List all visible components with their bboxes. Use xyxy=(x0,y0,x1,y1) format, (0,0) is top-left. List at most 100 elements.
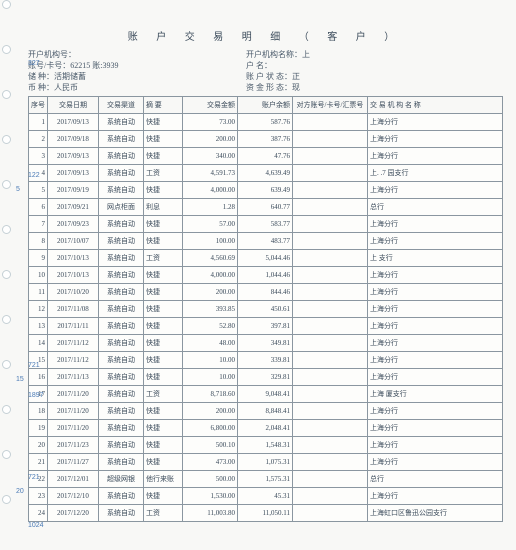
cell-branch: 上海分行 xyxy=(368,335,503,352)
cell-channel: 系统自动 xyxy=(99,488,144,505)
cell-channel: 系统自动 xyxy=(99,148,144,165)
edge-mark: 122 xyxy=(28,172,40,179)
cell-branch: 上海分行 xyxy=(368,182,503,199)
cell-branch: 上. .7 园支行 xyxy=(368,165,503,182)
edge-mark: 1024 xyxy=(28,522,44,529)
hdr-currency: 币 种：人民币 xyxy=(28,82,246,93)
cell-channel: 系统自动 xyxy=(99,284,144,301)
cell-date: 2017/12/20 xyxy=(48,505,99,522)
table-header-row: 序号 交易日期 交易渠道 摘 要 交易金额 账户余额 对方账号/卡号/汇票号 交… xyxy=(29,97,503,114)
binding-holes xyxy=(2,0,12,532)
cell-balance: 640.77 xyxy=(238,199,293,216)
cell-index: 18 xyxy=(29,403,48,420)
cell-date: 2017/10/13 xyxy=(48,267,99,284)
cell-branch: 上海分行 xyxy=(368,437,503,454)
cell-summary: 快捷 xyxy=(144,131,183,148)
cell-index: 7 xyxy=(29,216,48,233)
table-row: 202017/11/23系统自动快捷500.101,548.31上海分行 xyxy=(29,437,503,454)
cell-index: 6 xyxy=(29,199,48,216)
cell-amount: 200.00 xyxy=(183,131,238,148)
cell-date: 2017/11/23 xyxy=(48,437,99,454)
edge-mark: 5 xyxy=(16,186,20,193)
cell-branch: 总行 xyxy=(368,199,503,216)
cell-branch: 上海分行 xyxy=(368,284,503,301)
cell-date: 2017/09/19 xyxy=(48,182,99,199)
cell-summary: 快捷 xyxy=(144,233,183,250)
cell-summary: 快捷 xyxy=(144,454,183,471)
cell-channel: 系统自动 xyxy=(99,165,144,182)
cell-channel: 系统自动 xyxy=(99,114,144,131)
cell-channel: 系统自动 xyxy=(99,454,144,471)
cell-branch: 上海分行 xyxy=(368,131,503,148)
cell-amount: 11,003.80 xyxy=(183,505,238,522)
statement-sheet: 327 122 5 721 15 1897 721 20 1024 账 户 交 … xyxy=(0,0,516,532)
cell-balance: 583.77 xyxy=(238,216,293,233)
cell-amount: 340.00 xyxy=(183,148,238,165)
cell-amount: 200.00 xyxy=(183,403,238,420)
cell-amount: 473.00 xyxy=(183,454,238,471)
cell-amount: 10.00 xyxy=(183,352,238,369)
hdr-account-no: 账号/卡号：62215 账:3939 xyxy=(28,60,246,71)
cell-date: 2017/11/20 xyxy=(48,420,99,437)
cell-balance: 1,075.31 xyxy=(238,454,293,471)
cell-channel: 系统自动 xyxy=(99,216,144,233)
cell-index: 24 xyxy=(29,505,48,522)
cell-amount: 1,530.00 xyxy=(183,488,238,505)
cell-index: 2 xyxy=(29,131,48,148)
cell-summary: 快捷 xyxy=(144,216,183,233)
cell-branch: 上 支行 xyxy=(368,250,503,267)
col-balance: 账户余额 xyxy=(238,97,293,114)
cell-counterparty xyxy=(293,437,368,454)
cell-date: 2017/09/23 xyxy=(48,216,99,233)
cell-channel: 系统自动 xyxy=(99,182,144,199)
cell-balance: 483.77 xyxy=(238,233,293,250)
cell-amount: 52.80 xyxy=(183,318,238,335)
table-row: 32017/09/13系统自动快捷340.0047.76上海分行 xyxy=(29,148,503,165)
table-row: 142017/11/12系统自动快捷48.00349.81上海分行 xyxy=(29,335,503,352)
cell-channel: 系统自动 xyxy=(99,250,144,267)
cell-branch: 总行 xyxy=(368,471,503,488)
cell-balance: 4,639.49 xyxy=(238,165,293,182)
table-row: 172017/11/20系统自动工资8,718.609,048.41上海 厦支行 xyxy=(29,386,503,403)
cell-amount: 4,000.00 xyxy=(183,267,238,284)
cell-summary: 快捷 xyxy=(144,369,183,386)
cell-index: 21 xyxy=(29,454,48,471)
hdr-deposit-type: 储 种：活期储蓄 xyxy=(28,71,246,82)
table-row: 132017/11/11系统自动快捷52.80397.81上海分行 xyxy=(29,318,503,335)
cell-date: 2017/09/13 xyxy=(48,114,99,131)
hdr-branch-no: 开户机构号： xyxy=(28,49,246,60)
edge-mark: 327 xyxy=(28,60,40,67)
cell-channel: 系统自动 xyxy=(99,352,144,369)
cell-date: 2017/09/13 xyxy=(48,148,99,165)
table-row: 12017/09/13系统自动快捷73.00587.76上海分行 xyxy=(29,114,503,131)
table-row: 182017/11/20系统自动快捷200.008,848.41上海分行 xyxy=(29,403,503,420)
table-row: 232017/12/10系统自动快捷1,530.0045.31上海分行 xyxy=(29,488,503,505)
table-row: 222017/12/01超级网银他行来账500.001,575.31总行 xyxy=(29,471,503,488)
cell-amount: 500.10 xyxy=(183,437,238,454)
table-row: 212017/11/27系统自动快捷473.001,075.31上海分行 xyxy=(29,454,503,471)
cell-summary: 快捷 xyxy=(144,301,183,318)
cell-counterparty xyxy=(293,148,368,165)
cell-counterparty xyxy=(293,403,368,420)
cell-amount: 48.00 xyxy=(183,335,238,352)
cell-counterparty xyxy=(293,284,368,301)
cell-channel: 系统自动 xyxy=(99,386,144,403)
cell-balance: 1,575.31 xyxy=(238,471,293,488)
cell-summary: 快捷 xyxy=(144,352,183,369)
cell-date: 2017/10/13 xyxy=(48,250,99,267)
cell-date: 2017/09/21 xyxy=(48,199,99,216)
cell-branch: 上海分行 xyxy=(368,352,503,369)
cell-channel: 系统自动 xyxy=(99,267,144,284)
cell-counterparty xyxy=(293,216,368,233)
cell-index: 11 xyxy=(29,284,48,301)
cell-index: 19 xyxy=(29,420,48,437)
cell-date: 2017/11/12 xyxy=(48,352,99,369)
cell-counterparty xyxy=(293,131,368,148)
cell-summary: 工资 xyxy=(144,165,183,182)
cell-index: 23 xyxy=(29,488,48,505)
cell-branch: 上海分行 xyxy=(368,454,503,471)
cell-amount: 393.85 xyxy=(183,301,238,318)
transactions-table: 序号 交易日期 交易渠道 摘 要 交易金额 账户余额 对方账号/卡号/汇票号 交… xyxy=(28,96,503,522)
cell-date: 2017/12/01 xyxy=(48,471,99,488)
col-date: 交易日期 xyxy=(48,97,99,114)
